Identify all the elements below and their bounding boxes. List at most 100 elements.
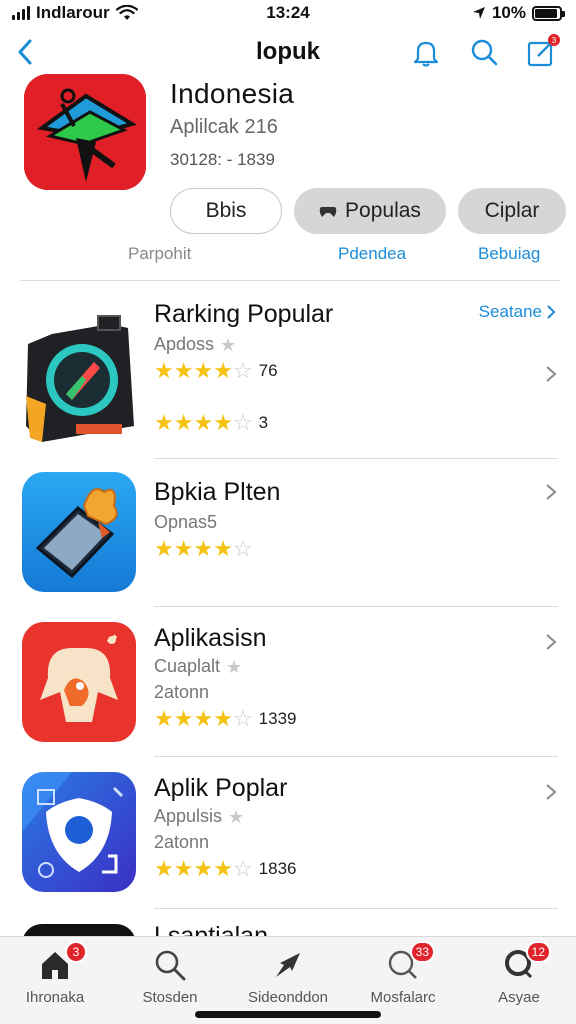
app-icon-shield bbox=[22, 772, 136, 892]
app-icon-character bbox=[22, 622, 136, 742]
battery-fill bbox=[535, 8, 557, 18]
rating-stars: ★ ★ ★ ★ ☆ 3 bbox=[154, 412, 268, 434]
app-subtitle: Apdoss ★ bbox=[154, 334, 236, 355]
segment-ciplar[interactable]: Ciplar bbox=[458, 188, 566, 234]
app-title: Aplikasisn bbox=[154, 624, 267, 652]
star-icon: ☆ bbox=[232, 706, 253, 731]
search-icon bbox=[471, 39, 498, 66]
star-icon: ★ bbox=[173, 536, 194, 561]
app-icon-camera bbox=[22, 306, 136, 444]
tab-label: Sideonddon bbox=[247, 989, 329, 1006]
carrier-label: Indlarour bbox=[36, 3, 110, 22]
compose-badge: 3 bbox=[548, 34, 560, 46]
wifi-icon bbox=[115, 5, 138, 20]
app-subtitle-text: Appulsis bbox=[154, 806, 223, 826]
star-icon: ★ bbox=[193, 410, 214, 435]
rating-stars: ★ ★ ★ ★ ☆ 1339 bbox=[154, 708, 297, 730]
star-icon: ☆ bbox=[232, 358, 253, 383]
app-subtitle-text: Apdoss bbox=[154, 334, 215, 354]
app-title: Bpkia Plten bbox=[154, 478, 281, 506]
star-icon: ★ bbox=[213, 706, 233, 731]
location-icon bbox=[472, 7, 485, 19]
search-icon bbox=[155, 950, 186, 981]
segment-populas[interactable]: Populas bbox=[294, 188, 446, 234]
star-icon: ☆ bbox=[232, 410, 253, 435]
star-icon: ★ bbox=[193, 856, 214, 881]
rating-stars: ★ ★ ★ ★ ☆ bbox=[154, 538, 253, 560]
sub-link-middle[interactable]: Pdendea bbox=[338, 244, 406, 264]
back-button[interactable] bbox=[10, 34, 40, 70]
home-indicator[interactable] bbox=[195, 1011, 381, 1018]
tab-profile[interactable]: 12 Asyae bbox=[464, 941, 574, 1006]
star-icon: ★ bbox=[154, 856, 174, 881]
star-icon: ★ bbox=[193, 536, 214, 561]
star-icon: ★ bbox=[213, 358, 233, 383]
chevron-right-icon bbox=[546, 784, 557, 800]
tab-badge: 3 bbox=[65, 941, 87, 963]
app-detail: 2atonn bbox=[154, 682, 210, 702]
star-icon: ★ bbox=[154, 536, 174, 561]
featured-app-subtitle: Aplilcak 216 bbox=[170, 116, 278, 138]
star-icon: ★ bbox=[228, 806, 245, 827]
list-item[interactable]: Rarking Popular Apdoss ★ ★ ★ ★ ★ ☆ 76 ★ ★ ★ ★ ☆ … bbox=[0, 282, 576, 460]
app-title: Aplik Poplar bbox=[154, 774, 288, 802]
page-title: lopuk bbox=[256, 38, 320, 65]
chevron-right-icon bbox=[546, 634, 557, 650]
battery-percent: 10% bbox=[491, 3, 526, 22]
featured-app-meta: 30128: - 1839 bbox=[170, 150, 275, 169]
sub-link-right[interactable]: Bebuiag bbox=[478, 244, 540, 264]
rating-stars: ★ ★ ★ ★ ☆ 76 bbox=[154, 360, 278, 382]
nav-bar: lopuk 3 bbox=[0, 30, 576, 74]
chevron-right-icon bbox=[546, 484, 557, 500]
search-button[interactable] bbox=[466, 34, 502, 70]
star-icon: ★ bbox=[154, 706, 174, 731]
segment-control: Bbis Populas Ciplar bbox=[170, 188, 566, 234]
star-icon: ★ bbox=[154, 410, 174, 435]
rating-count: 1339 bbox=[258, 709, 297, 728]
tab-search[interactable]: Stosden bbox=[115, 945, 225, 1006]
tab-label: Ihronaka bbox=[25, 989, 85, 1006]
star-icon: ★ bbox=[213, 856, 233, 881]
chevron-left-icon bbox=[18, 39, 32, 65]
rating-count: 1836 bbox=[258, 859, 297, 878]
featured-app-icon bbox=[24, 74, 146, 190]
tab-bar: 3 Ihronaka Stosden Sideonddon 33 Mosfala… bbox=[0, 936, 576, 1024]
app-icon-device bbox=[22, 472, 136, 592]
tab-label: Asyae bbox=[498, 989, 540, 1006]
star-icon: ★ bbox=[193, 706, 214, 731]
tab-badge: 33 bbox=[409, 941, 435, 963]
app-subtitle: Cuaplalt ★ bbox=[154, 656, 242, 677]
featured-app[interactable]: Indonesia Aplilcak 216 30128: - 1839 bbox=[24, 74, 554, 194]
star-icon: ★ bbox=[173, 856, 194, 881]
divider bbox=[154, 458, 558, 459]
sub-link-left[interactable]: Parpohit bbox=[128, 244, 191, 264]
tab-messages[interactable]: 33 Mosfalarc bbox=[348, 941, 458, 1006]
tab-badge: 12 bbox=[525, 941, 551, 963]
divider bbox=[20, 280, 560, 281]
app-subtitle: Appulsis ★ bbox=[154, 806, 244, 827]
rating-stars: ★ ★ ★ ★ ☆ 1836 bbox=[154, 858, 297, 880]
featured-app-title: Indonesia bbox=[170, 78, 295, 109]
tab-label: Mosfalarc bbox=[370, 989, 436, 1006]
signal-icon bbox=[12, 6, 30, 20]
star-icon: ★ bbox=[226, 656, 243, 677]
segment-bbis[interactable]: Bbis bbox=[170, 188, 282, 234]
compose-button[interactable]: 3 bbox=[524, 34, 560, 70]
star-icon: ★ bbox=[220, 334, 237, 355]
tab-home[interactable]: 3 Ihronaka bbox=[0, 941, 110, 1006]
notifications-button[interactable] bbox=[408, 34, 444, 70]
star-icon: ☆ bbox=[232, 856, 253, 881]
battery-icon bbox=[532, 5, 565, 21]
list-item[interactable]: Aplik Poplar Appulsis ★ 2atonn ★ ★ ★ ★ ☆ 183… bbox=[0, 758, 576, 909]
divider bbox=[154, 908, 558, 909]
rocket-icon bbox=[276, 953, 300, 977]
star-icon: ★ bbox=[173, 706, 194, 731]
list-item[interactable]: Aplikasisn Cuaplalt ★ 2atonn ★ ★ ★ ★ ☆ 1339 bbox=[0, 608, 576, 758]
bell-icon bbox=[413, 41, 439, 67]
tab-games[interactable]: Sideonddon bbox=[233, 945, 343, 1006]
app-detail: 2atonn bbox=[154, 832, 210, 852]
list-item[interactable]: Bpkia Plten Opnas5 ★ ★ ★ ★ ☆ bbox=[0, 460, 576, 608]
star-icon: ★ bbox=[193, 358, 214, 383]
status-time: 13:24 bbox=[266, 3, 310, 22]
app-title: Lsaptialan bbox=[154, 922, 268, 936]
